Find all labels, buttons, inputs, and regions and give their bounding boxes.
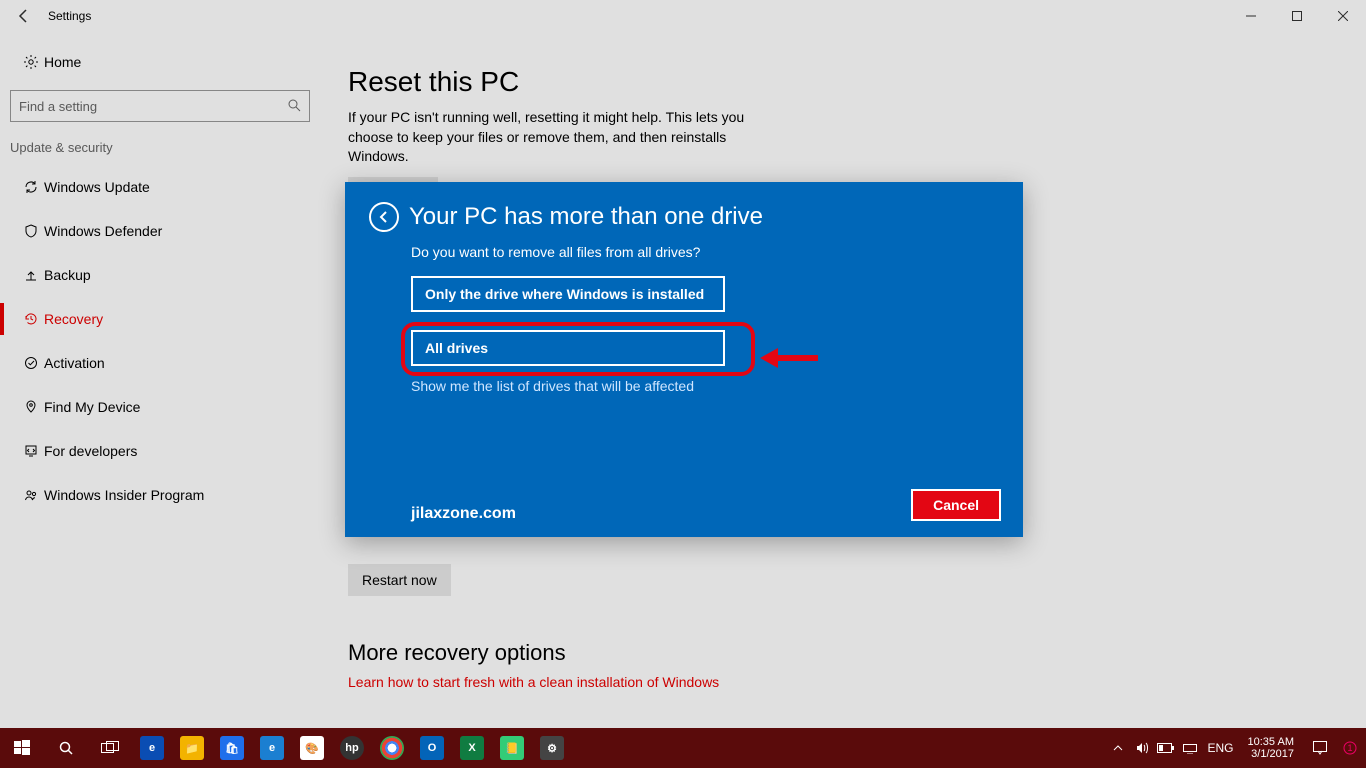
window-title: Settings	[48, 9, 91, 23]
sidebar-section-label: Update & security	[8, 136, 312, 165]
drive-selection-dialog: Your PC has more than one drive Do you w…	[345, 182, 1023, 537]
watermark-text: jilaxzone.com	[411, 505, 516, 523]
annotation-highlight-ring	[401, 322, 755, 376]
taskbar-app-edge[interactable]: e	[132, 728, 172, 768]
dialog-question: Do you want to remove all files from all…	[411, 244, 999, 260]
sidebar-item-label: Windows Update	[44, 179, 150, 195]
sidebar-item-find-my-device[interactable]: Find My Device	[8, 385, 312, 429]
taskbar-app-file-explorer[interactable]: 📁	[172, 728, 212, 768]
taskbar-app-settings[interactable]: ⚙	[532, 728, 572, 768]
option-only-windows-drive[interactable]: Only the drive where Windows is installe…	[411, 276, 725, 312]
sidebar-item-backup[interactable]: Backup	[8, 253, 312, 297]
minimize-button[interactable]	[1228, 0, 1274, 32]
tray-battery-icon[interactable]	[1154, 728, 1178, 768]
back-button[interactable]	[8, 0, 40, 32]
taskbar-app-store[interactable]: 🛍	[212, 728, 252, 768]
start-button[interactable]	[0, 728, 44, 768]
sidebar-item-label: Activation	[44, 355, 105, 371]
backup-icon	[18, 267, 44, 283]
taskbar-app-notepad[interactable]: 📒	[492, 728, 532, 768]
taskbar-app-ie[interactable]: e	[252, 728, 292, 768]
shield-icon	[18, 223, 44, 239]
sidebar-item-label: For developers	[44, 443, 137, 459]
sync-icon	[18, 179, 44, 195]
titlebar: Settings	[0, 0, 1366, 32]
tray-status-icon[interactable]: 1	[1338, 728, 1362, 768]
search-input[interactable]: Find a setting	[10, 90, 310, 122]
gear-icon	[18, 54, 44, 70]
taskbar: e 📁 🛍 e 🎨 hp O X 📒 ⚙ ENG 10:35 AM 3/1/20…	[0, 728, 1366, 768]
sidebar-item-recovery[interactable]: Recovery	[8, 297, 312, 341]
page-heading-reset: Reset this PC	[348, 66, 1346, 98]
tray-chevron-icon[interactable]	[1106, 728, 1130, 768]
sidebar-item-activation[interactable]: Activation	[8, 341, 312, 385]
reset-description: If your PC isn't running well, resetting…	[348, 108, 778, 167]
taskbar-app-paint[interactable]: 🎨	[292, 728, 332, 768]
tray-volume-icon[interactable]	[1130, 728, 1154, 768]
sidebar-item-windows-defender[interactable]: Windows Defender	[8, 209, 312, 253]
sidebar-item-label: Find My Device	[44, 399, 140, 415]
close-button[interactable]	[1320, 0, 1366, 32]
search-placeholder: Find a setting	[19, 99, 97, 114]
sidebar-item-label: Backup	[44, 267, 91, 283]
task-view-button[interactable]	[88, 728, 132, 768]
fresh-install-link[interactable]: Learn how to start fresh with a clean in…	[348, 674, 719, 690]
search-icon	[287, 98, 301, 115]
dialog-title: Your PC has more than one drive	[409, 203, 763, 231]
sidebar-item-label: Windows Defender	[44, 223, 162, 239]
sidebar-home[interactable]: Home	[8, 42, 312, 82]
sidebar-item-windows-update[interactable]: Windows Update	[8, 165, 312, 209]
sidebar-item-label: Windows Insider Program	[44, 487, 204, 503]
show-drives-link[interactable]: Show me the list of drives that will be …	[411, 378, 999, 394]
tray-network-icon[interactable]	[1178, 728, 1202, 768]
check-circle-icon	[18, 355, 44, 371]
clock[interactable]: 10:35 AM 3/1/2017	[1240, 736, 1302, 760]
people-icon	[18, 487, 44, 503]
cancel-button[interactable]: Cancel	[911, 489, 1001, 521]
language-indicator[interactable]: ENG	[1202, 741, 1240, 755]
clock-time: 10:35 AM	[1248, 736, 1294, 748]
svg-text:1: 1	[1347, 743, 1352, 753]
sidebar-home-label: Home	[44, 54, 81, 70]
taskbar-app-hp[interactable]: hp	[332, 728, 372, 768]
page-heading-more: More recovery options	[348, 640, 1346, 666]
sidebar: Home Find a setting Update & security Wi…	[0, 32, 320, 728]
search-button[interactable]	[44, 728, 88, 768]
dialog-back-button[interactable]	[369, 202, 399, 232]
developer-icon	[18, 443, 44, 459]
history-icon	[18, 311, 44, 327]
taskbar-app-excel[interactable]: X	[452, 728, 492, 768]
clock-date: 3/1/2017	[1248, 748, 1294, 760]
action-center-button[interactable]	[1302, 728, 1338, 768]
location-icon	[18, 399, 44, 415]
sidebar-item-label: Recovery	[44, 311, 103, 327]
taskbar-app-chrome[interactable]	[372, 728, 412, 768]
maximize-button[interactable]	[1274, 0, 1320, 32]
taskbar-app-outlook[interactable]: O	[412, 728, 452, 768]
restart-now-button[interactable]: Restart now	[348, 564, 451, 596]
sidebar-item-for-developers[interactable]: For developers	[8, 429, 312, 473]
sidebar-item-insider-program[interactable]: Windows Insider Program	[8, 473, 312, 517]
